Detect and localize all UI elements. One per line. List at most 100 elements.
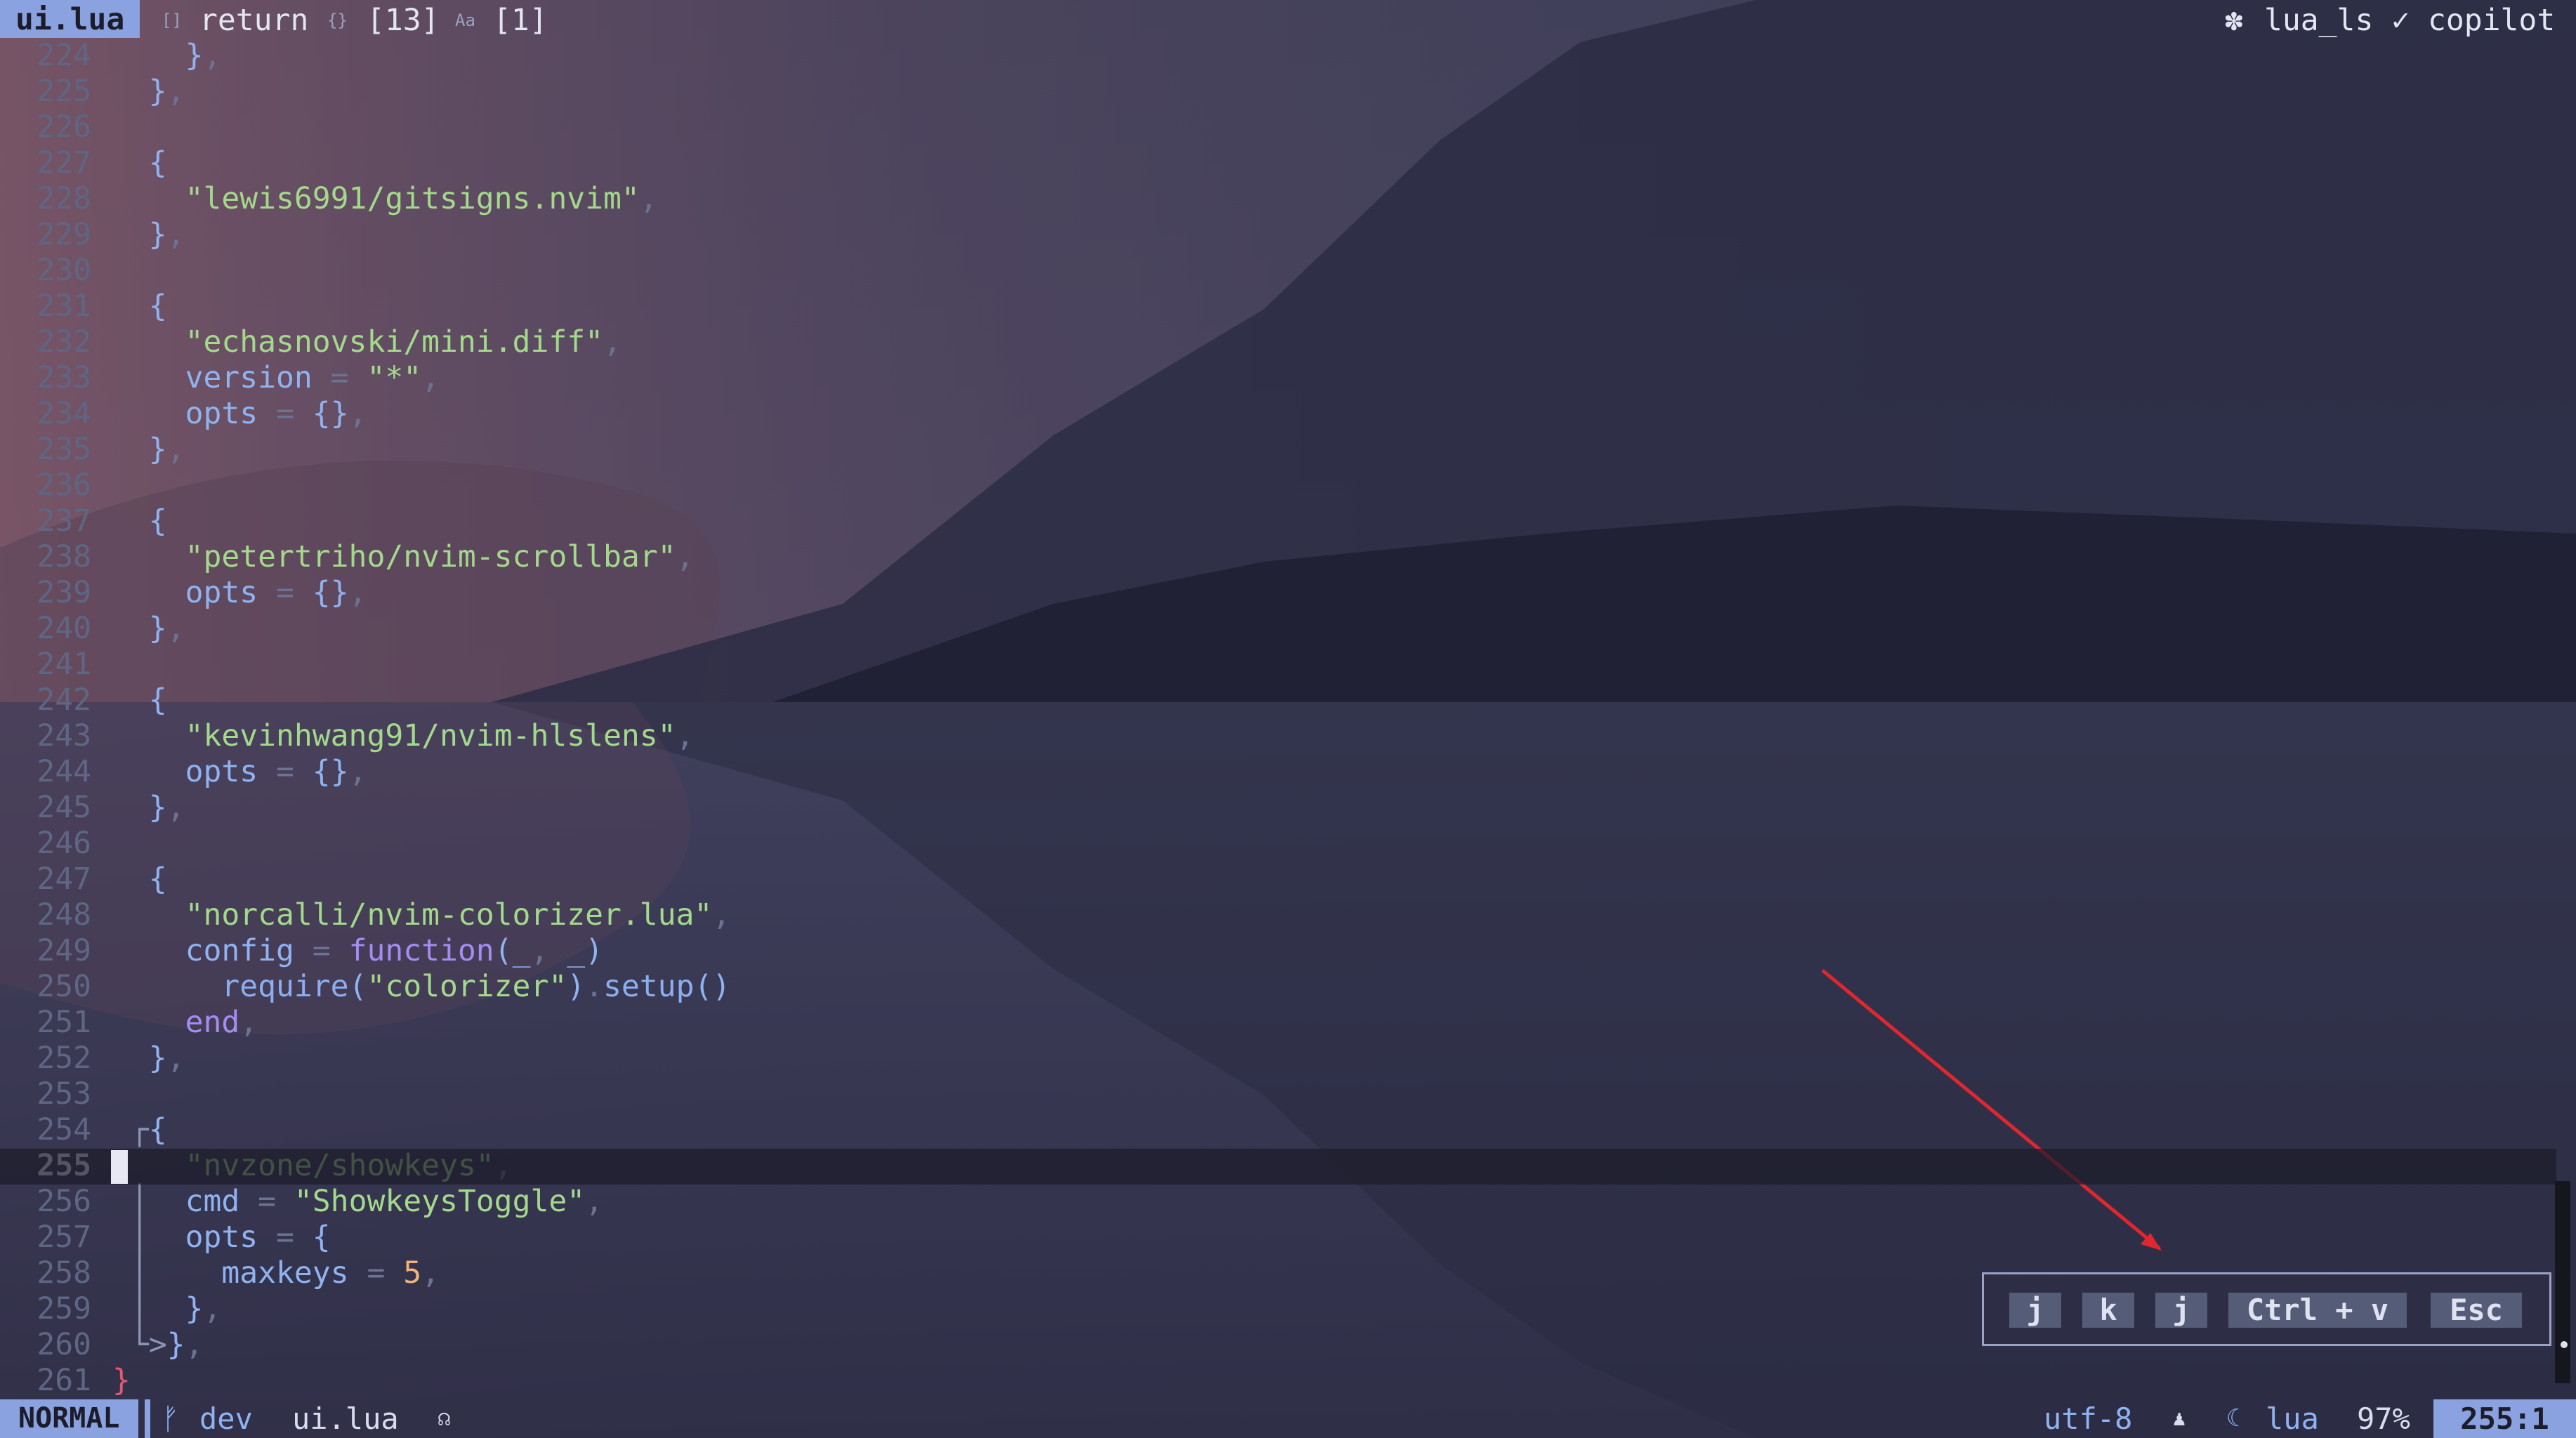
scrollbar-thumb[interactable] — [2561, 1341, 2568, 1348]
line-number: 251 — [37, 1005, 91, 1040]
line-number: 234 — [37, 396, 91, 431]
line-number: 253 — [37, 1076, 91, 1112]
line-number: 246 — [37, 826, 91, 861]
line-number: 240 — [37, 611, 91, 646]
winbar-file-name[interactable]: ui.lua — [0, 0, 140, 38]
line-text: } — [112, 1363, 131, 1398]
lua-icon: ☾ — [2226, 1404, 2241, 1432]
line-number: 233 — [37, 360, 91, 395]
line-text: }, — [185, 38, 222, 73]
breadcrumb-table-13[interactable]: [13] — [367, 0, 440, 41]
statusline-file-name: ui.lua — [292, 1401, 399, 1436]
line-number: 227 — [37, 145, 91, 180]
line-text: { — [148, 682, 167, 718]
line-number: 258 — [37, 1255, 91, 1291]
lsp-gear-icon: ✽ — [2225, 3, 2243, 38]
line-text: "norcalli/nvim-colorizer.lua", — [185, 897, 731, 932]
line-number: 238 — [37, 539, 91, 574]
line-number: 254 — [37, 1112, 91, 1147]
line-text: │ maxkeys = 5, — [130, 1255, 440, 1291]
line-number: 250 — [37, 969, 91, 1004]
lsp-clients: lua_ls ✓ copilot — [2264, 3, 2556, 38]
line-number: 256 — [37, 1184, 91, 1219]
line-number: 243 — [37, 718, 91, 753]
line-text: }, — [148, 74, 185, 109]
line-text: require("colorizer").setup() — [221, 969, 731, 1004]
line-text: └>}, — [130, 1327, 204, 1362]
line-number: 228 — [37, 181, 91, 216]
line-number: 241 — [37, 647, 91, 682]
line-text: │ opts = { — [130, 1220, 331, 1255]
showkeys-key: k — [2082, 1293, 2134, 1328]
line-text: }, — [148, 790, 185, 825]
mode-indicator: NORMAL — [0, 1399, 138, 1438]
line-text: }, — [148, 611, 185, 646]
line-number: 248 — [37, 897, 91, 932]
string-icon: Aa — [455, 11, 475, 30]
file-encoding: utf-8 — [2044, 1401, 2133, 1436]
current-line-highlight — [0, 1149, 2556, 1185]
git-branch[interactable]: dev — [199, 1399, 253, 1438]
showkeys-key: Ctrl + v — [2228, 1293, 2407, 1328]
winbar: ui.lua [] return {} [13] Aa [1] ✽ lua_ls… — [0, 0, 2576, 41]
line-text: }, — [148, 217, 185, 252]
line-text: { — [148, 503, 167, 539]
line-text: version = "*", — [185, 360, 440, 395]
line-number: 239 — [37, 575, 91, 610]
line-number: 252 — [37, 1041, 91, 1076]
git-branch-icon: ᚠ — [162, 1401, 180, 1436]
copilot-icon: ☊ — [438, 1407, 450, 1430]
statusline-separator — [145, 1399, 150, 1438]
breadcrumb-item-1[interactable]: [1] — [493, 0, 548, 41]
line-text: end, — [185, 1005, 258, 1040]
line-text: ┌{ — [130, 1112, 167, 1147]
line-number: 226 — [37, 110, 91, 145]
line-number: 247 — [37, 862, 91, 897]
linux-icon: ♟ — [2173, 1406, 2186, 1431]
scroll-progress: 97% — [2357, 1401, 2410, 1436]
line-text: "lewis6991/gitsigns.nvim", — [185, 181, 658, 216]
line-number: 245 — [37, 790, 91, 825]
line-number: 259 — [37, 1291, 91, 1326]
line-number: 257 — [37, 1220, 91, 1255]
line-text: │ }, — [130, 1291, 222, 1326]
line-number: 230 — [37, 253, 91, 288]
line-number: 236 — [37, 468, 91, 503]
line-number: 232 — [37, 324, 91, 360]
block-cursor — [111, 1150, 128, 1184]
showkeys-key: j — [2155, 1293, 2207, 1328]
showkeys-key: Esc — [2431, 1293, 2522, 1328]
showkeys-popup: j k j Ctrl + v Esc — [1982, 1272, 2551, 1346]
line-number: 231 — [37, 289, 91, 324]
line-number: 229 — [37, 217, 91, 252]
line-text: "echasnovski/mini.diff", — [185, 324, 622, 360]
line-text: { — [148, 145, 167, 180]
scrollbar[interactable] — [2555, 1181, 2570, 1383]
line-text: │ cmd = "ShowkeysToggle", — [130, 1184, 604, 1219]
line-number: 224 — [37, 38, 91, 73]
file-type: lua — [2266, 1401, 2319, 1436]
line-text: "kevinhwang91/nvim-hlslens", — [185, 718, 695, 753]
line-text: config = function(_, _) — [185, 933, 604, 968]
line-number: 244 — [37, 754, 91, 789]
object-icon: {} — [327, 11, 348, 30]
line-text: opts = {}, — [185, 575, 367, 610]
line-text: "petertriho/nvim-scrollbar", — [185, 539, 695, 574]
line-number: 237 — [37, 503, 91, 539]
cursor-position: 255:1 — [2433, 1399, 2576, 1438]
line-number: 225 — [37, 74, 91, 109]
line-text: { — [148, 289, 167, 324]
line-number: 260 — [37, 1327, 91, 1362]
line-number: 242 — [37, 682, 91, 718]
line-text: }, — [148, 432, 185, 467]
showkeys-key: j — [2009, 1293, 2061, 1328]
line-number: 249 — [37, 933, 91, 968]
statusline: NORMAL ᚠ dev ui.lua ☊ utf-8 ♟ ☾ lua 97% … — [0, 1399, 2576, 1438]
array-icon: [] — [162, 11, 182, 30]
line-text: opts = {}, — [185, 754, 367, 789]
line-text: { — [148, 862, 167, 897]
breadcrumb-return[interactable]: return — [199, 0, 308, 41]
line-number: 261 — [37, 1363, 91, 1398]
line-text: }, — [148, 1041, 185, 1076]
line-text: opts = {}, — [185, 396, 367, 431]
